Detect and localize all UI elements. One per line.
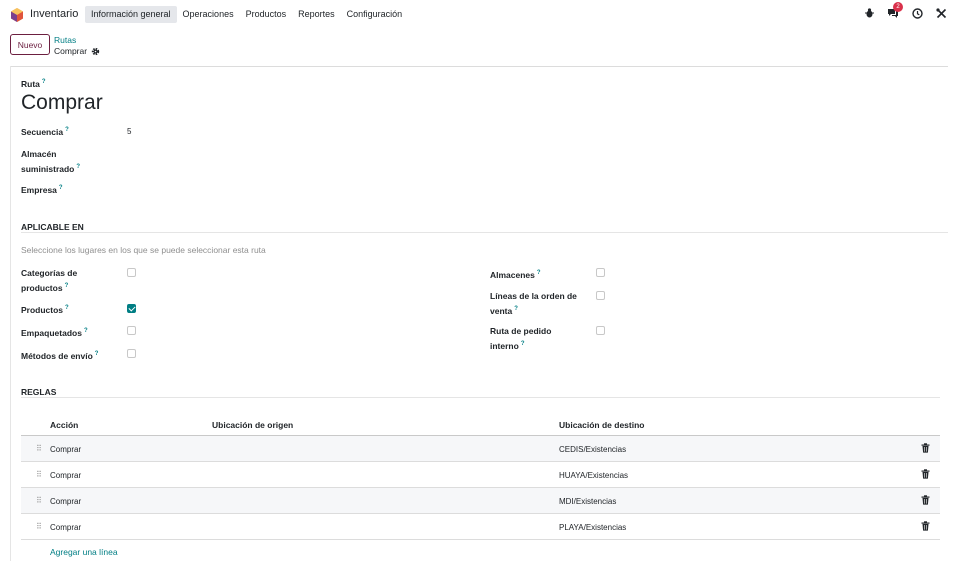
- sequence-label: Secuencia?: [21, 126, 69, 137]
- help-icon: ?: [76, 164, 81, 170]
- main-menu: Información general Operaciones Producto…: [85, 6, 408, 23]
- help-icon: ?: [536, 270, 541, 276]
- trash-icon[interactable]: [921, 469, 930, 479]
- help-icon: ?: [83, 328, 88, 334]
- product-categories-label: Categorías de productos?: [21, 268, 78, 293]
- menu-reportes[interactable]: Reportes: [292, 6, 341, 23]
- table-row[interactable]: ⠿ Comprar MDI/Existencias: [21, 488, 940, 514]
- add-line-link[interactable]: Agregar una línea: [50, 547, 118, 557]
- gear-icon[interactable]: [91, 47, 100, 56]
- warehouses-label: Almacenes?: [490, 269, 541, 280]
- clock-icon[interactable]: [911, 7, 923, 19]
- rule-destination[interactable]: CEDIS/Existencias: [559, 445, 626, 454]
- breadcrumb-current-label: Comprar: [54, 46, 88, 56]
- company-label: Empresa?: [21, 184, 63, 195]
- sheet-top-border: [10, 66, 948, 67]
- rule-destination[interactable]: MDI/Existencias: [559, 497, 616, 506]
- navbar-systray: 2: [863, 2, 947, 19]
- table-row[interactable]: ⠿ Comprar PLAYA/Existencias: [21, 514, 940, 540]
- applicable-hint: Seleccione los lugares en los que se pue…: [21, 245, 266, 255]
- help-icon: ?: [94, 351, 99, 357]
- rule-action[interactable]: Comprar: [50, 497, 81, 506]
- warehouse-label: Almacén suministrado?: [21, 149, 81, 174]
- new-button[interactable]: Nuevo: [10, 34, 50, 55]
- menu-productos[interactable]: Productos: [240, 6, 293, 23]
- applicable-section-title: APLICABLE EN: [21, 222, 84, 232]
- tools-icon[interactable]: [935, 7, 947, 19]
- help-icon: ?: [514, 306, 518, 312]
- drag-handle-icon[interactable]: ⠿: [36, 444, 42, 453]
- top-navbar: Inventario Información general Operacion…: [0, 0, 953, 29]
- rule-destination[interactable]: PLAYA/Existencias: [559, 523, 626, 532]
- help-icon: ?: [58, 185, 63, 191]
- drag-handle-icon[interactable]: ⠿: [36, 470, 42, 479]
- sale-order-lines-checkbox[interactable]: [596, 291, 605, 300]
- rule-action[interactable]: Comprar: [50, 471, 81, 480]
- shipping-methods-checkbox[interactable]: [127, 349, 136, 358]
- table-row[interactable]: ⠿ Comprar CEDIS/Existencias: [21, 436, 940, 462]
- menu-informacion-general[interactable]: Información general: [85, 6, 177, 23]
- section-divider: [21, 397, 940, 398]
- inventory-app-icon[interactable]: [10, 8, 24, 22]
- column-header-action[interactable]: Acción: [50, 420, 78, 430]
- help-icon: ?: [65, 305, 69, 311]
- products-checkbox[interactable]: [127, 304, 136, 313]
- trash-icon[interactable]: [921, 443, 930, 453]
- table-row[interactable]: ⠿ Comprar HUAYA/Existencias: [21, 462, 940, 488]
- column-header-origin[interactable]: Ubicación de origen: [212, 420, 293, 430]
- packagings-checkbox[interactable]: [127, 326, 136, 335]
- warehouses-checkbox[interactable]: [596, 268, 605, 277]
- rule-destination[interactable]: HUAYA/Existencias: [559, 471, 628, 480]
- messages-badge: 2: [893, 2, 903, 12]
- trash-icon[interactable]: [921, 495, 930, 505]
- sheet-left-border: [10, 66, 11, 561]
- menu-configuracion[interactable]: Configuración: [341, 6, 409, 23]
- app-name[interactable]: Inventario: [30, 8, 78, 20]
- help-icon: ?: [41, 79, 46, 85]
- shipping-methods-label: Métodos de envío?: [21, 350, 99, 361]
- breadcrumb-current: Comprar: [54, 46, 100, 56]
- help-icon: ?: [65, 127, 69, 133]
- rules-section-title: REGLAS: [21, 387, 57, 397]
- column-header-destination[interactable]: Ubicación de destino: [559, 420, 645, 430]
- bug-icon[interactable]: [863, 7, 875, 19]
- internal-route-checkbox[interactable]: [596, 326, 605, 335]
- menu-operaciones[interactable]: Operaciones: [177, 6, 240, 23]
- internal-route-label: Ruta de pedido interno?: [490, 326, 552, 351]
- packagings-label: Empaquetados?: [21, 327, 88, 338]
- chat-icon[interactable]: 2: [887, 2, 903, 19]
- product-categories-checkbox[interactable]: [127, 268, 136, 277]
- rule-action[interactable]: Comprar: [50, 445, 81, 454]
- sequence-field[interactable]: 5: [127, 127, 131, 136]
- products-label: Productos?: [21, 304, 69, 315]
- breadcrumb-parent[interactable]: Rutas: [54, 35, 76, 45]
- section-divider: [21, 232, 948, 233]
- trash-icon[interactable]: [921, 521, 930, 531]
- rule-action[interactable]: Comprar: [50, 523, 81, 532]
- route-label: Ruta?: [21, 78, 46, 89]
- sale-order-lines-label: Líneas de la orden de venta?: [490, 291, 577, 316]
- help-icon: ?: [64, 283, 69, 289]
- route-name-field[interactable]: Comprar: [21, 91, 103, 115]
- help-icon: ?: [520, 341, 525, 347]
- drag-handle-icon[interactable]: ⠿: [36, 522, 42, 531]
- drag-handle-icon[interactable]: ⠿: [36, 496, 42, 505]
